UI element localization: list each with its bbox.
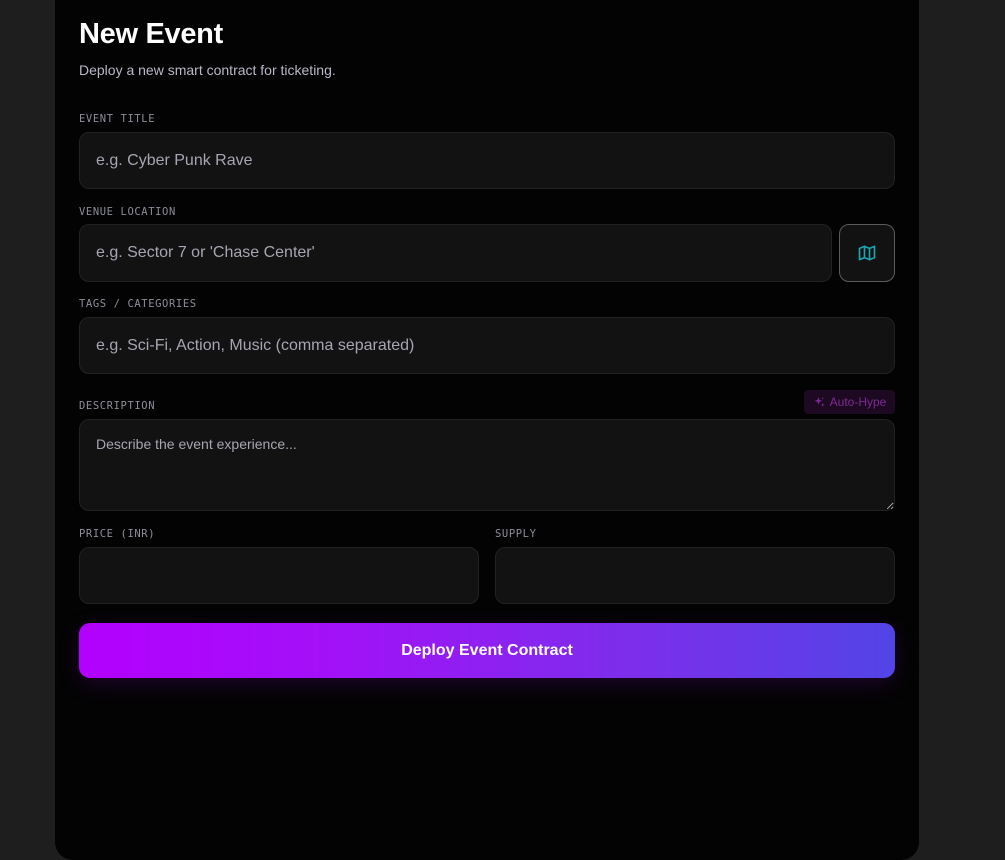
supply-label: SUPPLY [495,528,537,540]
price-label: PRICE (INR) [79,528,156,540]
venue-location-input[interactable] [79,224,832,282]
event-title-input[interactable] [79,132,895,189]
page-title: New Event [79,18,223,50]
auto-hype-label: Auto-Hype [829,395,887,409]
deploy-event-contract-button[interactable]: Deploy Event Contract [79,623,895,678]
tags-label: TAGS / CATEGORIES [79,298,197,310]
supply-input[interactable] [495,547,895,604]
price-input[interactable] [79,547,479,604]
page-subtitle: Deploy a new smart contract for ticketin… [79,62,336,78]
sparkles-icon [814,396,825,407]
tags-input[interactable] [79,317,895,374]
venue-location-label: VENUE LOCATION [79,206,176,218]
event-title-label: EVENT TITLE [79,113,156,125]
map-icon [858,245,876,261]
description-label: DESCRIPTION [79,400,156,412]
description-textarea[interactable] [79,419,895,511]
map-picker-button[interactable] [839,224,895,282]
auto-hype-button[interactable]: Auto-Hype [804,390,895,414]
